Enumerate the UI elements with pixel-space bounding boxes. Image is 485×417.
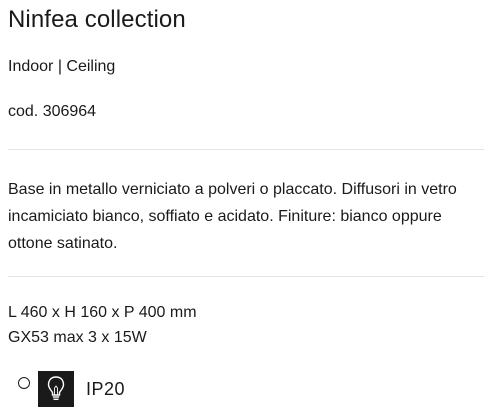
bulb-icon	[38, 371, 74, 407]
class-ii-insulation-icon	[8, 371, 38, 407]
product-lamp-spec: GX53 max 3 x 15W	[8, 329, 147, 346]
ip-rating: IP20	[86, 378, 126, 399]
spec-icons-row: IP20	[8, 371, 125, 407]
divider	[8, 149, 484, 150]
product-title: Ninfea collection	[8, 6, 186, 33]
product-dimensions: L 460 x H 160 x P 400 mm	[8, 304, 197, 321]
product-description: Base in metallo verniciato a polveri o p…	[8, 181, 457, 252]
product-code: cod. 306964	[8, 103, 97, 120]
product-category: Indoor | Ceiling	[8, 58, 116, 75]
divider	[8, 276, 484, 277]
